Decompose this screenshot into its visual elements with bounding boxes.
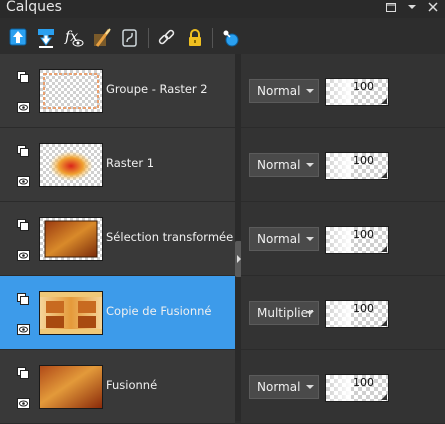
layer-thumbnail [39,291,103,335]
blend-mode-select[interactable]: Normal [249,79,319,103]
opacity-slider[interactable]: 100 [325,374,389,402]
layer-name[interactable]: Raster 1 [106,156,154,170]
opacity-gradient [326,153,351,179]
chevron-down-icon [306,311,314,315]
layer-row[interactable]: Raster 1 [0,128,235,202]
layer-row-selected[interactable]: Copie de Fusionné [0,276,235,350]
blend-mode-value: Normal [257,380,301,394]
opacity-slider[interactable]: 100 [325,78,389,106]
layers-toolbar: fx [0,22,445,54]
layer-type-icon[interactable] [17,216,29,231]
layer-props-row: Normal 100 [241,350,445,424]
layer-row[interactable]: Groupe - Raster 2 [0,54,235,128]
layer-props-row: Normal 100 [241,54,445,128]
layer-thumbnail [39,217,103,261]
opacity-value: 100 [353,80,374,93]
visibility-eye-icon[interactable] [17,172,30,187]
visibility-eye-icon[interactable] [17,394,30,409]
lock-transparency-icon[interactable] [184,26,206,50]
layer-visibility-icon[interactable]: fx [63,26,85,50]
layer-row[interactable]: Sélection transformée [0,202,235,276]
layer-thumbnail [39,365,103,409]
panel-titlebar: Calques [0,0,445,18]
new-raster-layer-icon[interactable] [8,26,30,50]
close-icon[interactable] [427,1,439,13]
restore-icon[interactable] [385,1,397,13]
blend-mode-value: Normal [257,232,301,246]
blend-mode-value: Normal [257,84,301,98]
slider-corner-icon [381,320,387,326]
chevron-down-icon [306,163,314,167]
opacity-gradient [326,227,351,253]
opacity-gradient [326,375,351,401]
layer-type-icon[interactable] [17,290,29,305]
blend-mode-value: Multiplier [257,306,313,320]
layer-name[interactable]: Groupe - Raster 2 [106,82,208,96]
panel-title: Calques [6,0,62,15]
layer-props-row: Normal 100 [241,128,445,202]
toolbar-separator [212,28,213,48]
blend-mode-select[interactable]: Multiplier [249,301,319,325]
chevron-down-icon [306,89,314,93]
link-layers-icon[interactable] [156,26,178,50]
opacity-slider[interactable]: 100 [325,300,389,328]
opacity-slider[interactable]: 100 [325,226,389,254]
new-vector-layer-icon[interactable] [220,26,242,50]
layer-props-row: Normal 100 [241,202,445,276]
toolbar-separator [148,28,149,48]
slider-corner-icon [381,246,387,252]
opacity-value: 100 [353,376,374,389]
blend-mode-select[interactable]: Normal [249,227,319,251]
opacity-gradient [326,79,351,105]
layer-name[interactable]: Sélection transformée [106,230,233,244]
layer-type-icon[interactable] [17,142,29,157]
window-buttons [385,1,439,13]
layer-thumbnail [39,69,103,113]
visibility-eye-icon[interactable] [17,98,30,113]
blend-mode-value: Normal [257,158,301,172]
layer-type-icon[interactable] [17,68,29,83]
slider-corner-icon [381,98,387,104]
svg-text:fx: fx [64,29,78,45]
visibility-eye-icon[interactable] [17,246,30,261]
opacity-value: 100 [353,154,374,167]
slider-corner-icon [381,172,387,178]
layer-name[interactable]: Fusionné [106,378,157,392]
opacity-value: 100 [353,302,374,315]
dropdown-icon[interactable] [406,1,418,13]
layer-effects-icon[interactable] [119,26,141,50]
blend-mode-select[interactable]: Normal [249,375,319,399]
chevron-down-icon [306,385,314,389]
layer-type-icon[interactable] [17,364,29,379]
opacity-value: 100 [353,228,374,241]
blend-mode-select[interactable]: Normal [249,153,319,177]
layer-row[interactable]: Fusionné [0,350,235,424]
opacity-gradient [326,301,351,327]
slider-corner-icon [381,394,387,400]
mask-tool-icon[interactable] [91,26,113,50]
layer-thumbnail [39,143,103,187]
layer-props-row: Multiplier 100 [241,276,445,350]
visibility-eye-icon[interactable] [17,320,30,335]
merge-down-icon[interactable] [36,26,58,50]
opacity-slider[interactable]: 100 [325,152,389,180]
layer-name[interactable]: Copie de Fusionné [106,304,211,318]
chevron-down-icon [306,237,314,241]
